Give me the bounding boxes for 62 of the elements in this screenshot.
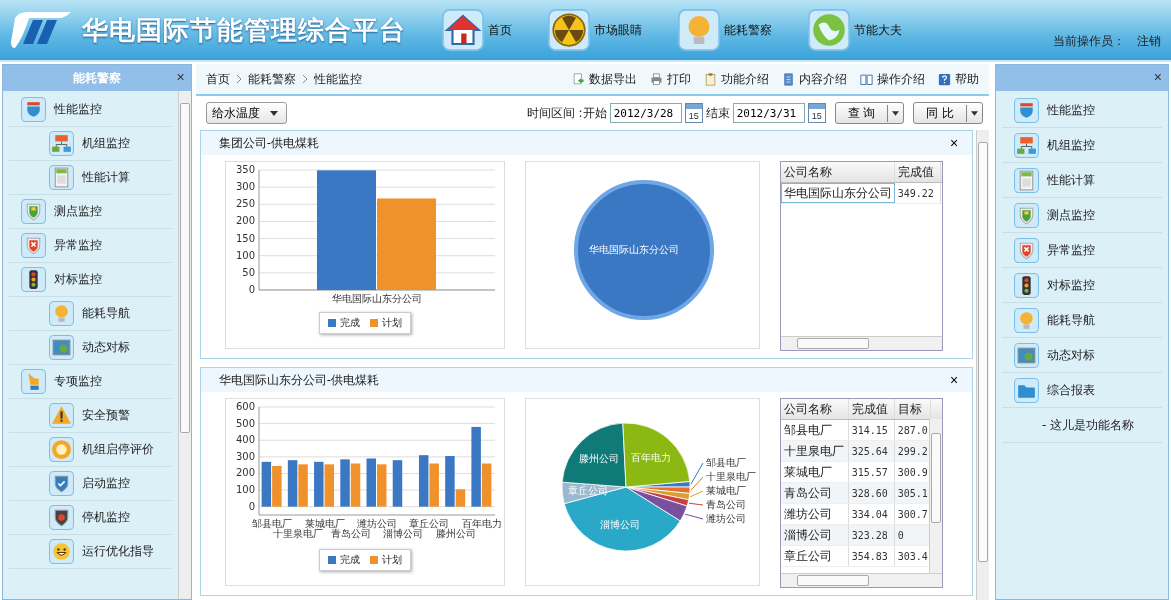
panel-title: 华电国际山东分公司-供电煤耗 xyxy=(218,371,379,389)
slice-label: 莱城电厂 xyxy=(705,485,746,496)
axis-tick-label: 250 xyxy=(235,198,255,210)
axis-category-label: 十里泉电厂 xyxy=(273,528,323,539)
table-cell: 邹县电厂 xyxy=(780,420,849,440)
axis-tick-label: 0 xyxy=(248,284,255,295)
table-cell: 潍坊公司 xyxy=(780,504,849,524)
legend-label: 计划 xyxy=(381,316,402,330)
table-cell: 章丘公司 xyxy=(780,546,849,566)
axis-tick-label: 100 xyxy=(235,249,255,261)
slice-label: 邹县电厂 xyxy=(705,457,746,468)
legend-label: 计划 xyxy=(381,553,402,567)
axis-tick-label: 100 xyxy=(235,484,255,496)
legend-label: 完成 xyxy=(339,553,360,567)
axis-tick-label: 300 xyxy=(235,450,255,462)
axis-tick-label: 150 xyxy=(235,232,255,244)
slice-label: 滕州公司 xyxy=(578,453,619,465)
axis-tick-label: 300 xyxy=(235,181,255,193)
axis-category-label: 章丘公司 xyxy=(409,518,450,529)
slice-label: 章丘公司 xyxy=(567,484,608,496)
panel-title: 集团公司-供电煤耗 xyxy=(218,134,319,152)
axis-category-label: 邹县电厂 xyxy=(251,518,292,529)
operator-label: 当前操作员： xyxy=(1053,33,1125,50)
end-label: 结束 xyxy=(705,104,730,122)
table-cell: 淄博公司 xyxy=(780,525,849,545)
table-cell: 349.22 xyxy=(894,183,941,203)
axis-category-label: 青岛公司 xyxy=(330,528,371,539)
table-cell: 354.83 xyxy=(848,546,895,566)
axis-category-label: 淄博公司 xyxy=(382,528,423,539)
slice-label: 青岛公司 xyxy=(705,499,746,510)
axis-tick-label: 350 xyxy=(235,164,255,175)
axis-tick-label: 200 xyxy=(235,467,255,479)
table-cell: 十里泉电厂 xyxy=(780,441,849,461)
app-title: 华电国际节能管理综合平台 xyxy=(82,13,406,47)
axis-category-label: 华电国际山东分公司 xyxy=(331,293,422,304)
slice-label: 潍坊公司 xyxy=(705,513,746,524)
legend-label: 完成 xyxy=(339,316,360,330)
axis-tick-label: 200 xyxy=(235,215,255,227)
table-cell: 314.15 xyxy=(848,420,895,440)
panel-title: 能耗警察 xyxy=(72,69,121,87)
axis-tick-label: 400 xyxy=(235,434,255,446)
axis-category-label: 滕州公司 xyxy=(435,528,476,539)
axis-tick-label: 600 xyxy=(235,401,255,412)
slice-label: 十里泉电厂 xyxy=(705,471,756,482)
axis-category-label: 莱城电厂 xyxy=(304,518,345,529)
axis-tick-label: 0 xyxy=(248,500,255,512)
axis-category-label: 潍坊公司 xyxy=(356,518,397,529)
table-cell: 325.64 xyxy=(848,441,895,461)
table-cell: 华电国际山东分公司 xyxy=(780,183,895,203)
axis-category-label: 百年电力 xyxy=(461,518,501,529)
slice-label: 淄博公司 xyxy=(600,519,640,530)
axis-tick-label: 500 xyxy=(235,417,255,429)
range-label: 时间区间 :开始 xyxy=(526,104,607,122)
table-cell: 328.60 xyxy=(848,483,895,503)
slice-label: 百年电力 xyxy=(630,452,671,464)
table-cell: 323.28 xyxy=(848,525,895,545)
slice-label: 华电国际山东分公司 xyxy=(588,244,679,255)
axis-tick-label: 50 xyxy=(241,266,255,278)
table-cell: 莱城电厂 xyxy=(780,462,849,482)
table-cell: 青岛公司 xyxy=(780,483,849,503)
table-cell: 315.57 xyxy=(848,462,895,482)
table-cell: 334.04 xyxy=(848,504,895,524)
